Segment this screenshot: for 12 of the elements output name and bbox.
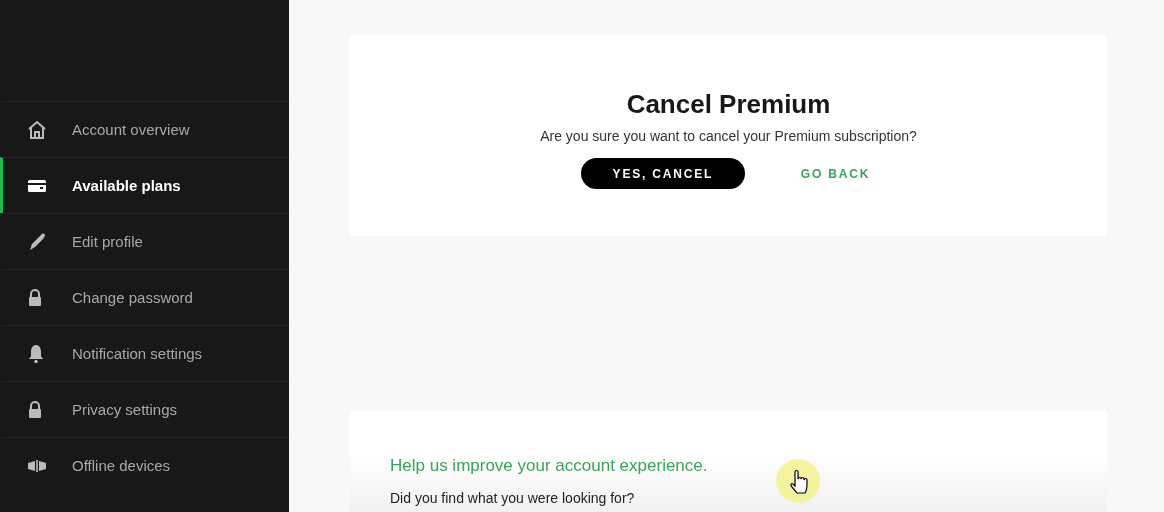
sidebar-item[interactable]: Edit profile bbox=[0, 213, 289, 269]
sidebar-item[interactable]: Account overview bbox=[0, 101, 289, 157]
sidebar-item[interactable]: Notification settings bbox=[0, 325, 289, 381]
feedback-heading: Help us improve your account experience. bbox=[390, 456, 709, 476]
dialog-title: Cancel Premium bbox=[626, 89, 831, 120]
sidebar-item[interactable]: Change password bbox=[0, 269, 289, 325]
feedback-question: Did you find what you were looking for? bbox=[390, 490, 636, 506]
sidebar-item[interactable]: Available plans bbox=[0, 157, 289, 213]
sidebar-item[interactable]: Privacy settings bbox=[0, 381, 289, 437]
dialog-message: Are you sure you want to cancel your Premium subscription? bbox=[540, 128, 917, 144]
confirm-button[interactable]: YES, CANCEL bbox=[580, 158, 745, 189]
sidebar-item[interactable]: Offline devices bbox=[0, 437, 289, 493]
